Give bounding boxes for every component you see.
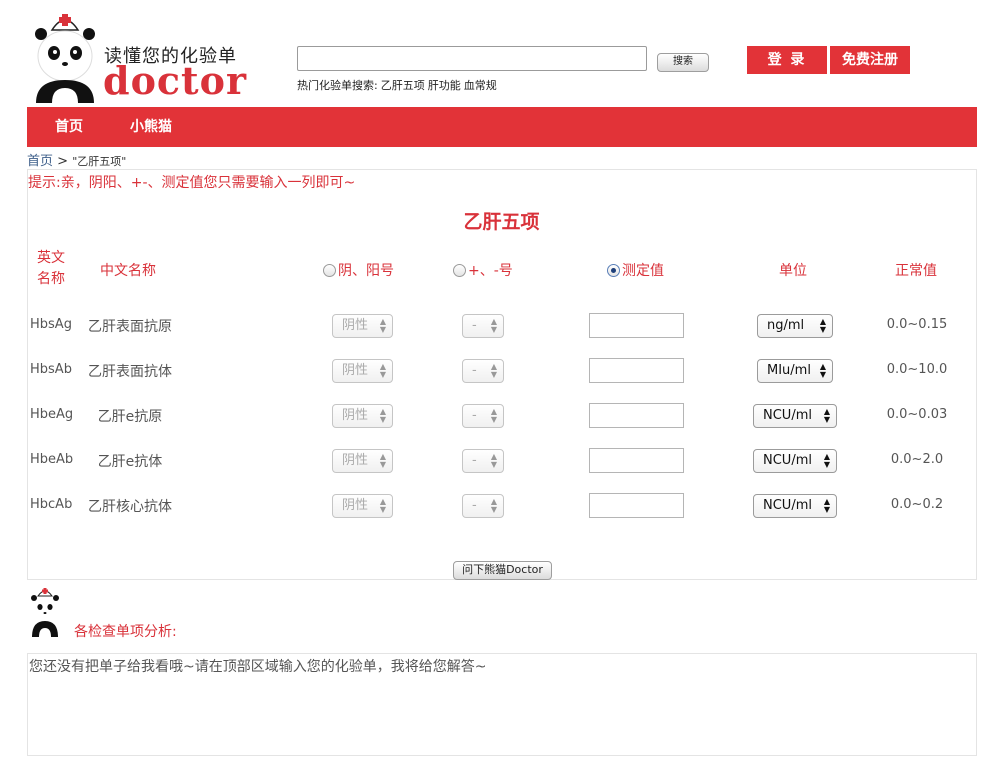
row-chinese-name: 乙肝表面抗原 (88, 319, 172, 335)
measured-value-input[interactable] (589, 448, 684, 473)
unit-select[interactable]: NCU/ml ▲ ▼ (753, 404, 837, 428)
row-normal-range: 0.0~0.15 (886, 317, 948, 332)
measured-value-input[interactable] (589, 358, 684, 383)
row-english-name: HbeAg (30, 407, 74, 422)
hot-searches: 热门化验单搜索: 乙肝五项 肝功能 血常规 (297, 77, 500, 93)
posneg-radio[interactable] (323, 263, 336, 277)
header-chinese-name: 中文名称 (100, 263, 156, 279)
nav-panda[interactable]: 小熊猫 (130, 107, 172, 147)
hot-searches-label: 热门化验单搜索: (297, 79, 378, 92)
breadcrumb-home[interactable]: 首页 (27, 154, 53, 169)
measured-value-input[interactable] (589, 313, 684, 338)
breadcrumb-current: "乙肝五项" (72, 155, 127, 168)
header-unit: 单位 (779, 263, 807, 279)
plusminus-select[interactable]: - ▲ ▼ (462, 404, 504, 428)
panda-nurse-icon (31, 588, 59, 637)
posneg-select[interactable]: 阴性 ▲ ▼ (332, 314, 393, 338)
nav-home[interactable]: 首页 (55, 107, 83, 147)
search-button[interactable]: 搜索 (657, 53, 709, 72)
analysis-title: 各检查单项分析: (74, 624, 177, 640)
hot-search-link[interactable]: 乙肝五项 (381, 79, 425, 92)
header-measured[interactable]: 测定值 (607, 260, 664, 280)
breadcrumb-separator: > (57, 154, 69, 169)
row-chinese-name: 乙肝核心抗体 (88, 499, 172, 515)
breadcrumb: 首页 > "乙肝五项" (27, 150, 126, 169)
row-normal-range: 0.0~2.0 (890, 452, 944, 467)
row-chinese-name: 乙肝表面抗体 (88, 364, 172, 380)
unit-select[interactable]: NCU/ml ▲ ▼ (753, 449, 837, 473)
row-normal-range: 0.0~10.0 (886, 362, 948, 377)
measured-value-input[interactable] (589, 493, 684, 518)
header-posneg[interactable]: 阴、阳号 (323, 260, 394, 280)
row-english-name: HbcAb (30, 497, 73, 512)
brand-wordmark: doctor (103, 58, 247, 103)
measured-radio[interactable] (607, 263, 620, 277)
main-nav: 首页 小熊猫 (27, 107, 977, 147)
posneg-select[interactable]: 阴性 ▲ ▼ (332, 449, 393, 473)
unit-select[interactable]: ng/ml ▲ ▼ (757, 314, 833, 338)
row-english-name: HbsAg (30, 317, 72, 332)
analysis-message: 您还没有把单子给我看哦~请在顶部区域输入您的化验单，我将给您解答~ (29, 659, 487, 675)
posneg-select[interactable]: 阴性 ▲ ▼ (332, 404, 393, 428)
row-normal-range: 0.0~0.03 (886, 407, 948, 422)
plusminus-select[interactable]: - ▲ ▼ (462, 359, 504, 383)
row-english-name: HbsAb (30, 362, 72, 377)
header-english-name: 英文 名称 (37, 250, 65, 287)
row-chinese-name: 乙肝e抗原 (97, 409, 163, 425)
plusminus-radio[interactable] (453, 263, 466, 277)
plusminus-select[interactable]: - ▲ ▼ (462, 449, 504, 473)
row-english-name: HbeAb (30, 452, 74, 467)
posneg-select[interactable]: 阴性 ▲ ▼ (332, 359, 393, 383)
ask-doctor-button[interactable]: 问下熊猫Doctor (453, 561, 552, 580)
posneg-select[interactable]: 阴性 ▲ ▼ (332, 494, 393, 518)
unit-select[interactable]: MIu/ml ▲ ▼ (757, 359, 833, 383)
form-title: 乙肝五项 (463, 211, 540, 233)
hot-search-link[interactable]: 血常规 (464, 79, 497, 92)
plusminus-select[interactable]: - ▲ ▼ (462, 314, 504, 338)
panda-nurse-logo (35, 14, 95, 103)
header-plusminus[interactable]: +、-号 (453, 260, 513, 280)
unit-select[interactable]: NCU/ml ▲ ▼ (753, 494, 837, 518)
register-button[interactable]: 免费注册 (830, 46, 910, 74)
row-chinese-name: 乙肝e抗体 (97, 454, 163, 470)
plusminus-select[interactable]: - ▲ ▼ (462, 494, 504, 518)
hot-search-link[interactable]: 肝功能 (428, 79, 461, 92)
search-input[interactable] (297, 46, 647, 71)
row-normal-range: 0.0~0.2 (890, 497, 944, 512)
measured-value-input[interactable] (589, 403, 684, 428)
form-tip: 提示:亲，阴阳、+-、测定值您只需要输入一列即可~ (28, 175, 356, 191)
header-normal: 正常值 (895, 263, 937, 279)
login-button[interactable]: 登 录 (747, 46, 827, 74)
